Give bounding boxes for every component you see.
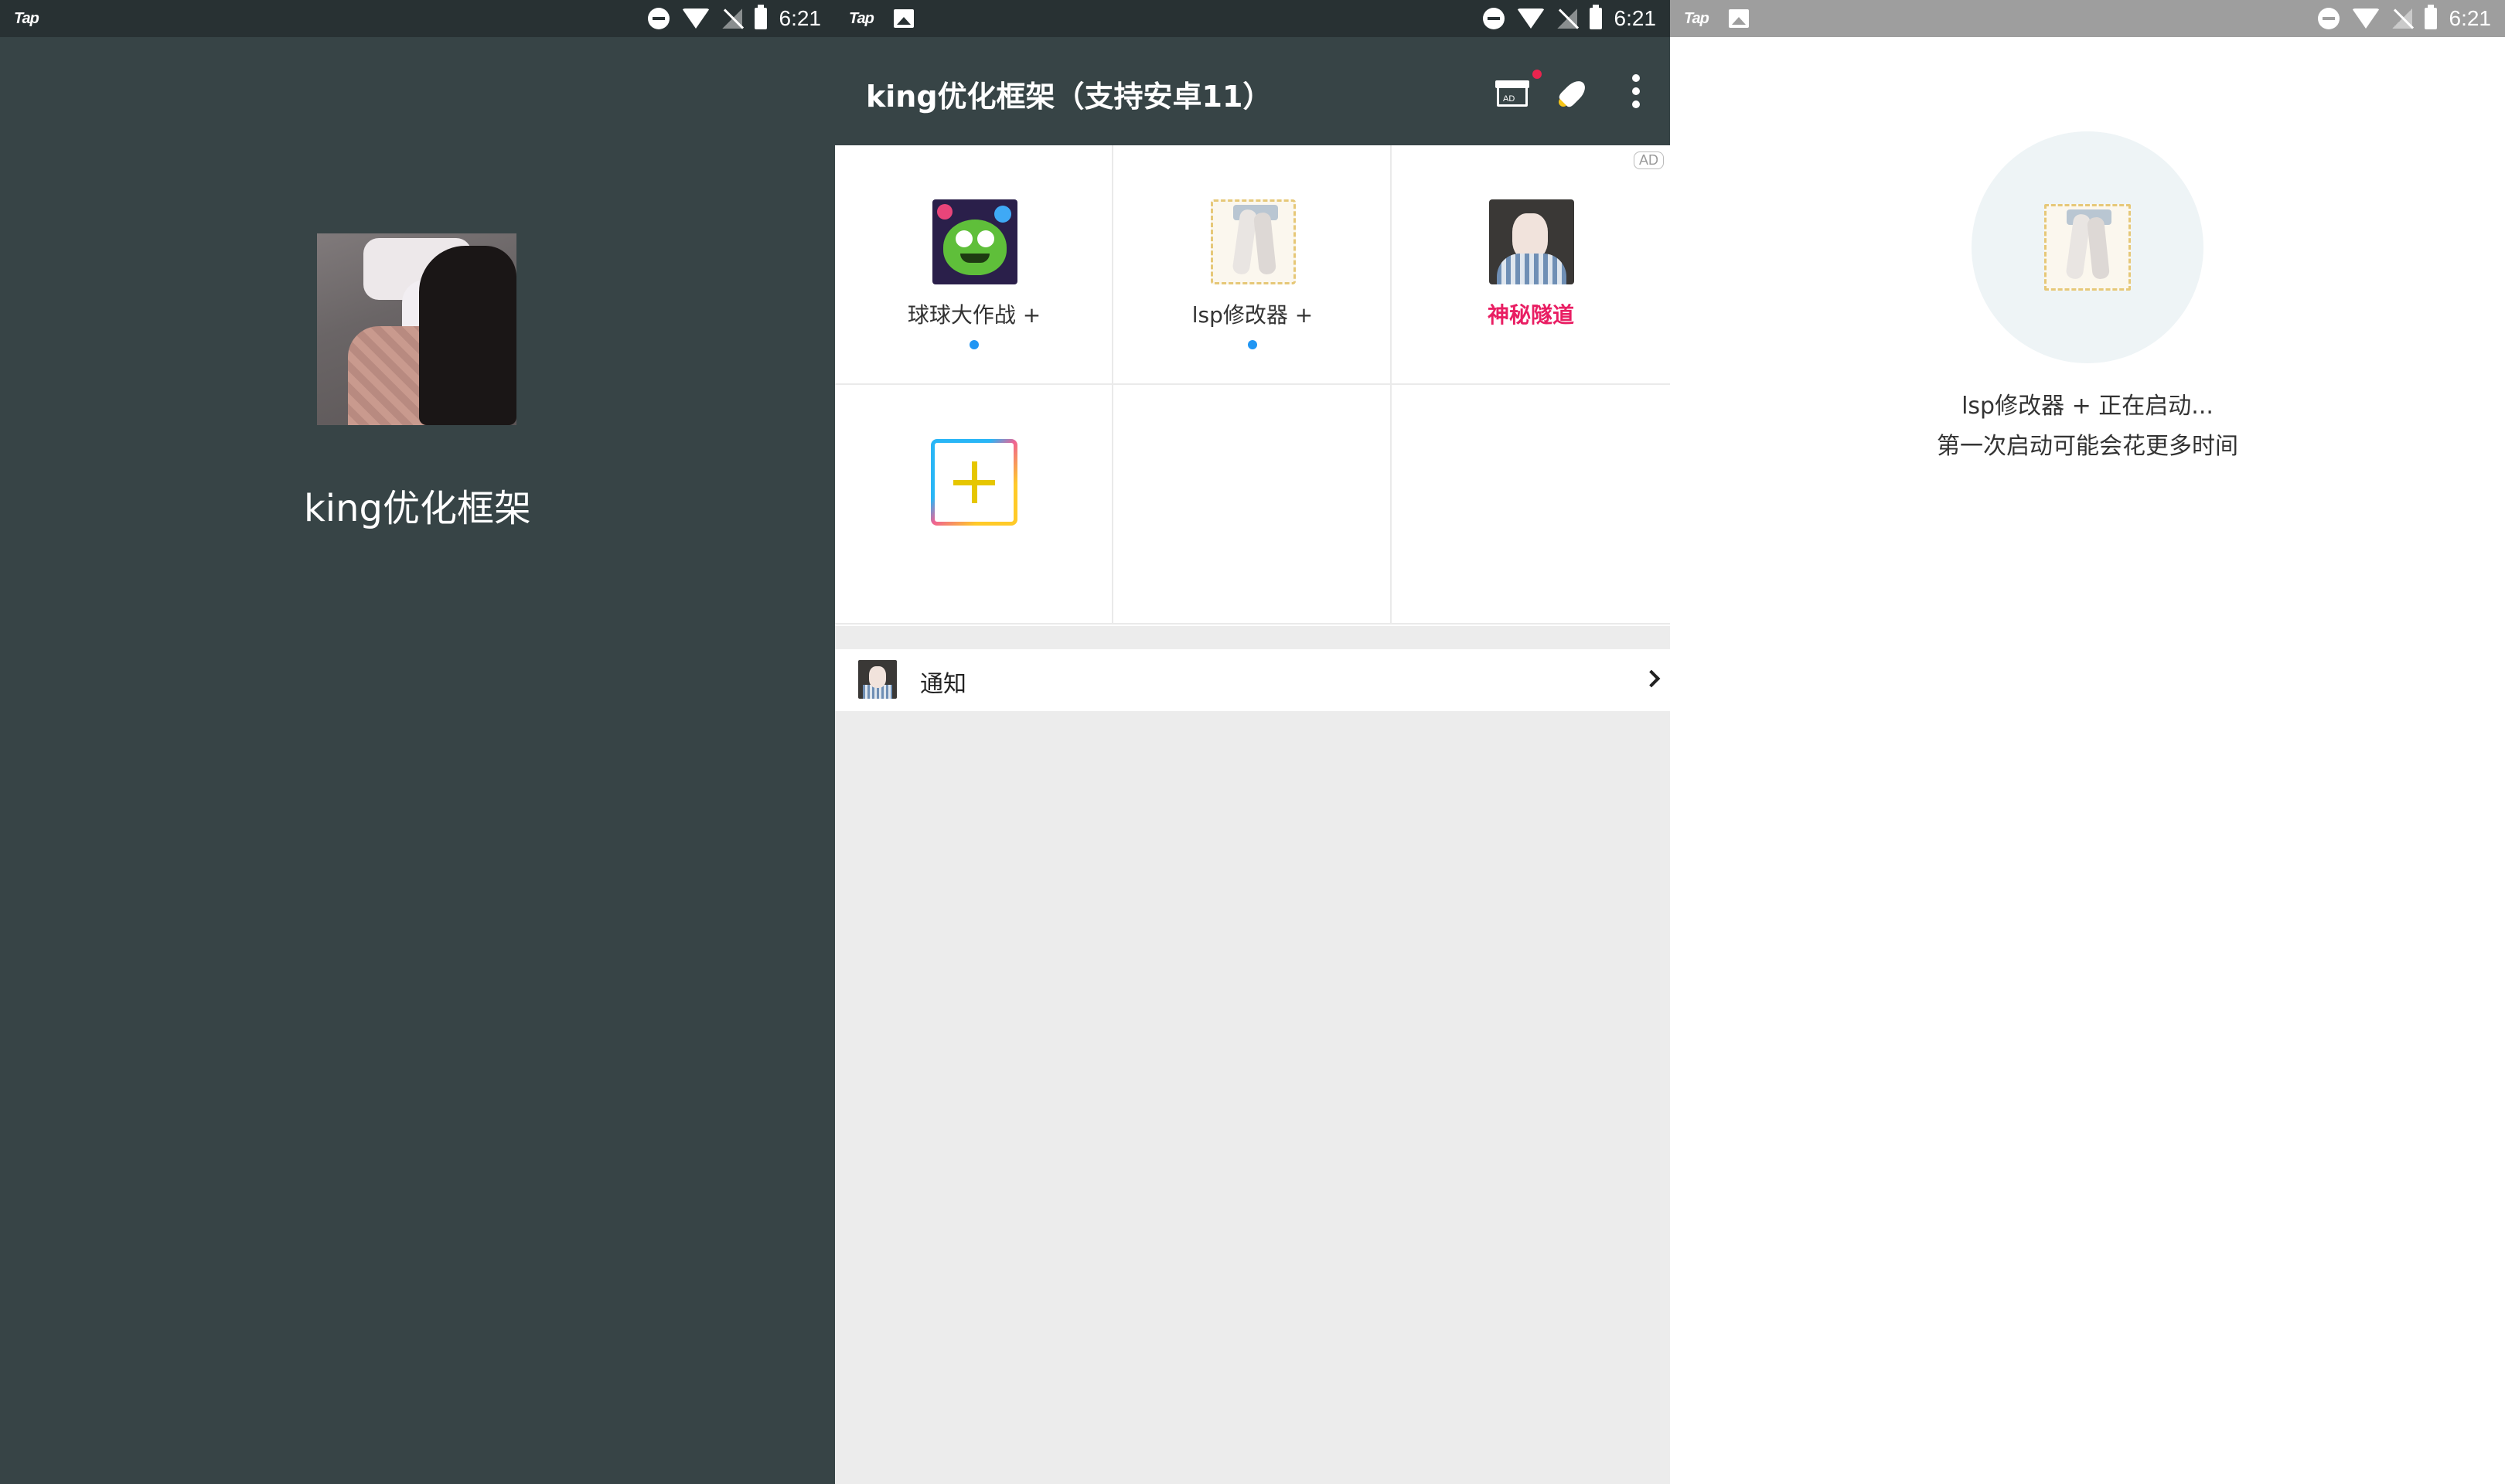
chevron-right-icon bbox=[1642, 669, 1661, 688]
status-bar: Tap 6:21 bbox=[1670, 0, 2505, 37]
do-not-disturb-icon bbox=[1482, 8, 1505, 29]
notice-avatar bbox=[858, 660, 897, 699]
status-bar: Tap 6:21 bbox=[0, 0, 835, 37]
no-signal-icon bbox=[2391, 9, 2412, 29]
new-indicator-dot bbox=[1248, 340, 1257, 349]
app-label: 球球大作战 + bbox=[907, 302, 1041, 328]
toolbar-title: king优化框架（支持安卓11） bbox=[866, 80, 1273, 114]
wifi-icon bbox=[2351, 9, 2380, 29]
rocket-boost-icon[interactable] bbox=[1557, 74, 1591, 109]
splash-title: king优化框架 bbox=[303, 487, 532, 530]
battery-icon bbox=[2424, 5, 2437, 29]
loading-status-text: lsp修改器 + 正在启动... bbox=[1961, 393, 2214, 420]
app-toolbar: king优化框架（支持安卓11） AD bbox=[835, 37, 1670, 145]
person-photo-icon bbox=[1489, 199, 1574, 284]
battery-icon bbox=[754, 5, 767, 29]
splash-avatar-image bbox=[317, 233, 516, 425]
more-options-icon[interactable] bbox=[1631, 74, 1641, 108]
game-icon bbox=[932, 199, 1017, 284]
status-time: 6:21 bbox=[779, 6, 822, 30]
battery-icon bbox=[1589, 5, 1602, 29]
image-notification-icon bbox=[1728, 9, 1749, 28]
empty-cell bbox=[1113, 385, 1392, 625]
notification-dot bbox=[1532, 70, 1542, 79]
notice-row[interactable]: 通知 bbox=[835, 649, 1670, 711]
add-icon bbox=[931, 439, 1017, 526]
image-notification-icon bbox=[893, 9, 914, 28]
legs-photo-icon bbox=[2044, 204, 2131, 291]
status-app-tag: Tap bbox=[849, 9, 874, 27]
main-screen: Tap 6:21 king优化框架（支持安卓11） AD AD 球球大作战 + … bbox=[835, 0, 1670, 1484]
gift-ad-icon[interactable]: AD bbox=[1495, 70, 1542, 108]
app-label: lsp修改器 + bbox=[1191, 302, 1314, 328]
app-item-lsp[interactable]: lsp修改器 + bbox=[1113, 145, 1392, 385]
new-indicator-dot bbox=[970, 340, 979, 349]
gift-ad-label: AD bbox=[1503, 94, 1515, 104]
status-app-tag: Tap bbox=[1684, 9, 1709, 27]
no-signal-icon bbox=[721, 9, 742, 29]
legs-photo-icon bbox=[1211, 199, 1296, 284]
app-item-qiuqiu[interactable]: 球球大作战 + bbox=[835, 145, 1113, 385]
screenshot-root: Tap 6:21 king优化框架 Tap 6:21 king优化框架（支持安卓… bbox=[0, 0, 2505, 1484]
wifi-icon bbox=[1516, 9, 1545, 29]
app-grid: AD 球球大作战 + lsp修改器 + 神秘隧道 bbox=[835, 145, 1670, 626]
empty-cell bbox=[1392, 385, 1670, 625]
app-item-tunnel[interactable]: 神秘隧道 bbox=[1392, 145, 1670, 385]
status-time: 6:21 bbox=[2449, 6, 2492, 30]
add-app-cell[interactable] bbox=[835, 385, 1113, 625]
status-time: 6:21 bbox=[1614, 6, 1657, 30]
status-app-tag: Tap bbox=[14, 9, 39, 27]
status-bar: Tap 6:21 bbox=[835, 0, 1670, 37]
loading-screen: Tap 6:21 lsp修改器 + 正在启动... 第一次启动可能会花更多时间 bbox=[1670, 0, 2505, 1484]
do-not-disturb-icon bbox=[647, 8, 670, 29]
splash-screen: Tap 6:21 king优化框架 bbox=[0, 0, 835, 1484]
do-not-disturb-icon bbox=[2317, 8, 2340, 29]
no-signal-icon bbox=[1556, 9, 1577, 29]
wifi-icon bbox=[681, 9, 710, 29]
app-label: 神秘隧道 bbox=[1487, 302, 1574, 328]
loading-hint-text: 第一次启动可能会花更多时间 bbox=[1937, 433, 2238, 460]
loading-app-icon-circle bbox=[1972, 131, 2203, 363]
notice-label: 通知 bbox=[920, 671, 966, 698]
